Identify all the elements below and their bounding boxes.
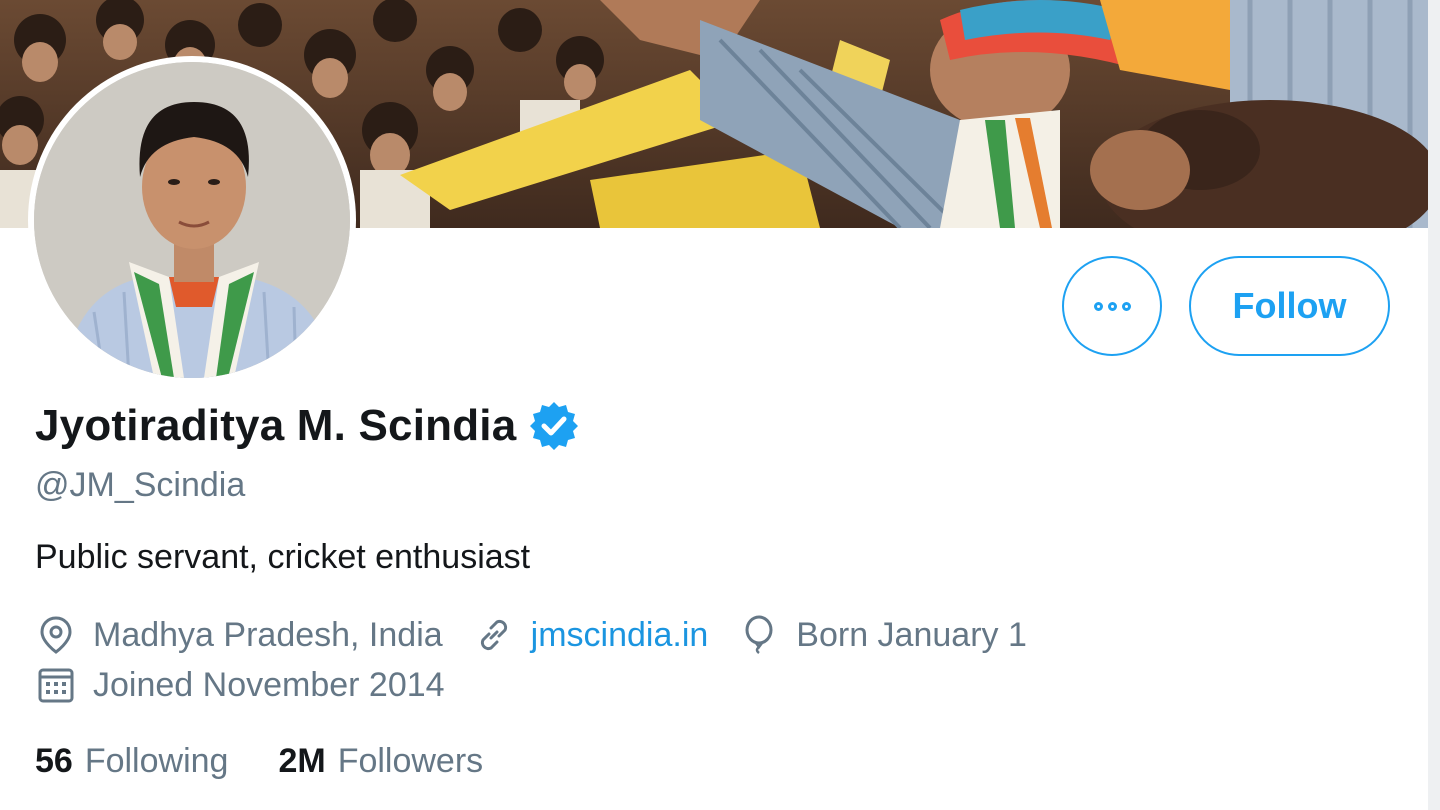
dot-icon bbox=[1093, 301, 1103, 311]
joined-text: Joined November 2014 bbox=[93, 665, 445, 704]
joined-item: Joined November 2014 bbox=[35, 664, 445, 706]
location-item: Madhya Pradesh, India bbox=[35, 614, 443, 656]
display-name: Jyotiraditya M. Scindia bbox=[35, 401, 517, 450]
more-options-icon bbox=[1093, 301, 1131, 311]
profile-avatar[interactable] bbox=[28, 56, 356, 384]
birthday-item: Born January 1 bbox=[738, 614, 1027, 656]
display-name-row: Jyotiraditya M. Scindia bbox=[35, 400, 580, 452]
followers-count: 2M bbox=[278, 742, 326, 780]
avatar-photo bbox=[34, 62, 350, 378]
profile-page: Follow Jyotiraditya M. Scindia @JM_Scind… bbox=[0, 0, 1440, 810]
birthday-text: Born January 1 bbox=[796, 615, 1027, 654]
calendar-icon bbox=[35, 664, 77, 706]
following-label: Following bbox=[84, 742, 229, 780]
page-edge-divider bbox=[1428, 0, 1440, 810]
location-pin-icon bbox=[35, 614, 77, 656]
website-link[interactable]: jmscindia.in bbox=[531, 616, 709, 655]
following-count: 56 bbox=[35, 742, 73, 780]
followers-stat[interactable]: 2M Followers bbox=[278, 742, 483, 781]
followers-label: Followers bbox=[337, 742, 484, 780]
profile-meta-row: Madhya Pradesh, India jmscindia.in Born … bbox=[35, 614, 1057, 656]
location-text: Madhya Pradesh, India bbox=[93, 615, 443, 654]
dot-icon bbox=[1121, 301, 1131, 311]
link-icon bbox=[473, 614, 515, 656]
website-item[interactable]: jmscindia.in bbox=[473, 614, 709, 656]
dot-icon bbox=[1107, 301, 1117, 311]
more-options-button[interactable] bbox=[1062, 256, 1162, 356]
following-stat[interactable]: 56 Following bbox=[35, 742, 228, 781]
follow-stats: 56 Following 2M Followers bbox=[35, 742, 533, 781]
balloon-icon bbox=[738, 614, 780, 656]
profile-meta-row-joined: Joined November 2014 bbox=[35, 664, 475, 706]
follow-button[interactable]: Follow bbox=[1189, 256, 1390, 356]
verified-badge-icon bbox=[528, 400, 580, 452]
profile-bio: Public servant, cricket enthusiast bbox=[35, 538, 531, 576]
user-handle: @JM_Scindia bbox=[35, 466, 246, 504]
